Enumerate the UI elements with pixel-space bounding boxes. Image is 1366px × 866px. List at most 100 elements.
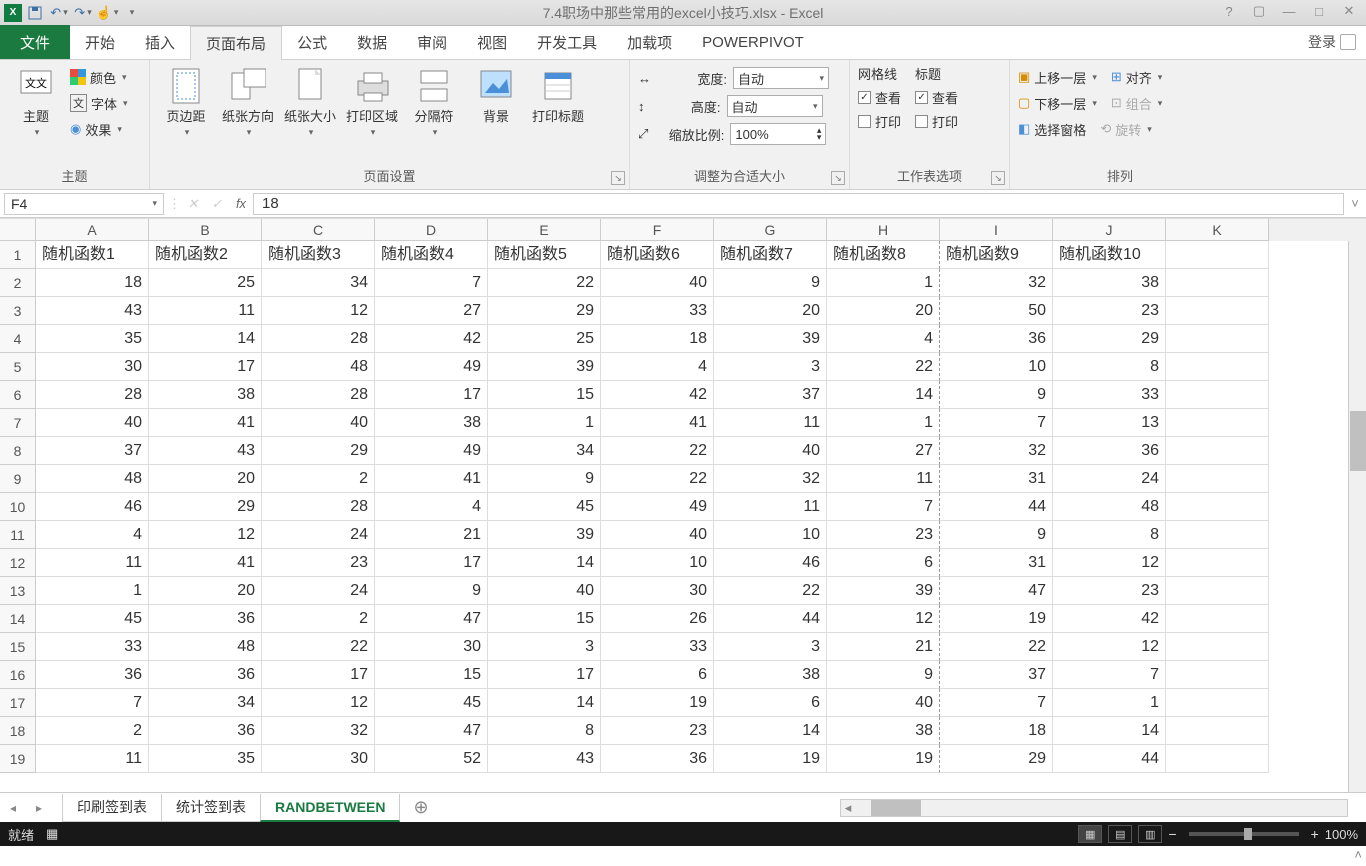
cell[interactable] bbox=[1166, 437, 1269, 465]
cell[interactable]: 43 bbox=[36, 297, 149, 325]
cell[interactable]: 17 bbox=[149, 353, 262, 381]
headings-print-checkbox[interactable]: 打印 bbox=[915, 109, 958, 133]
send-backward-button[interactable]: ▢下移一层▾ bbox=[1018, 90, 1097, 116]
cell[interactable]: 随机函数1 bbox=[36, 241, 149, 269]
scale-pct-input[interactable]: 100%▴▾ bbox=[730, 123, 826, 145]
cell[interactable]: 14 bbox=[714, 717, 827, 745]
cell[interactable]: 24 bbox=[262, 577, 375, 605]
cell[interactable]: 20 bbox=[149, 577, 262, 605]
cell[interactable]: 37 bbox=[36, 437, 149, 465]
breaks-button[interactable]: 分隔符▾ bbox=[406, 64, 462, 138]
fx-icon[interactable]: fx bbox=[229, 193, 253, 215]
horizontal-scrollbar[interactable]: ◂ bbox=[840, 799, 1348, 817]
cell[interactable]: 40 bbox=[714, 437, 827, 465]
cell[interactable] bbox=[1166, 745, 1269, 773]
formula-bar-input[interactable]: 18 bbox=[253, 193, 1344, 215]
cell[interactable]: 30 bbox=[375, 633, 488, 661]
cell[interactable]: 41 bbox=[601, 409, 714, 437]
col-header-B[interactable]: B bbox=[149, 219, 262, 241]
cell[interactable] bbox=[1166, 465, 1269, 493]
cell[interactable]: 7 bbox=[940, 409, 1053, 437]
row-header[interactable]: 7 bbox=[0, 409, 36, 437]
cell[interactable]: 31 bbox=[940, 549, 1053, 577]
cell[interactable]: 47 bbox=[940, 577, 1053, 605]
cell[interactable]: 9 bbox=[488, 465, 601, 493]
cell[interactable]: 23 bbox=[262, 549, 375, 577]
sheet-nav-next-icon[interactable]: ▸ bbox=[26, 801, 52, 815]
cell[interactable]: 20 bbox=[714, 297, 827, 325]
cell[interactable] bbox=[1166, 325, 1269, 353]
cell[interactable]: 48 bbox=[262, 353, 375, 381]
cell[interactable]: 11 bbox=[714, 409, 827, 437]
group-button[interactable]: ⊡组合▾ bbox=[1111, 90, 1162, 116]
background-button[interactable]: 背景 bbox=[468, 64, 524, 125]
row-header[interactable]: 5 bbox=[0, 353, 36, 381]
macro-record-icon[interactable]: ▦ bbox=[46, 826, 58, 842]
cell[interactable] bbox=[1166, 717, 1269, 745]
cell[interactable]: 45 bbox=[36, 605, 149, 633]
cell[interactable]: 25 bbox=[488, 325, 601, 353]
cell[interactable]: 随机函数10 bbox=[1053, 241, 1166, 269]
cell[interactable]: 随机函数5 bbox=[488, 241, 601, 269]
formula-expand-icon[interactable]: ˅ bbox=[1344, 196, 1366, 211]
cell[interactable]: 42 bbox=[1053, 605, 1166, 633]
cell[interactable]: 48 bbox=[1053, 493, 1166, 521]
cell[interactable]: 11 bbox=[827, 465, 940, 493]
view-pagelayout-icon[interactable]: ▤ bbox=[1108, 825, 1132, 843]
qat-touch-icon[interactable]: ☝▾ bbox=[96, 2, 118, 24]
cell[interactable]: 随机函数7 bbox=[714, 241, 827, 269]
accept-formula-icon[interactable]: ✓ bbox=[205, 193, 229, 215]
row-header[interactable]: 10 bbox=[0, 493, 36, 521]
cell[interactable]: 14 bbox=[827, 381, 940, 409]
cell[interactable]: 12 bbox=[1053, 549, 1166, 577]
cell[interactable]: 29 bbox=[1053, 325, 1166, 353]
cell[interactable]: 36 bbox=[149, 717, 262, 745]
cell[interactable]: 21 bbox=[827, 633, 940, 661]
cell[interactable]: 11 bbox=[149, 297, 262, 325]
cell[interactable]: 40 bbox=[488, 577, 601, 605]
row-header[interactable]: 8 bbox=[0, 437, 36, 465]
row-header[interactable]: 4 bbox=[0, 325, 36, 353]
cell[interactable]: 19 bbox=[714, 745, 827, 773]
cell[interactable]: 29 bbox=[488, 297, 601, 325]
cell[interactable]: 14 bbox=[1053, 717, 1166, 745]
cell[interactable]: 38 bbox=[149, 381, 262, 409]
row-header[interactable]: 15 bbox=[0, 633, 36, 661]
cell[interactable]: 20 bbox=[149, 465, 262, 493]
cell[interactable]: 39 bbox=[827, 577, 940, 605]
cell[interactable]: 22 bbox=[601, 465, 714, 493]
cell[interactable]: 36 bbox=[149, 605, 262, 633]
cell[interactable]: 2 bbox=[36, 717, 149, 745]
cell[interactable]: 41 bbox=[149, 409, 262, 437]
cell[interactable]: 19 bbox=[827, 745, 940, 773]
cell[interactable]: 9 bbox=[714, 269, 827, 297]
sheet-nav-prev-icon[interactable]: ◂ bbox=[0, 801, 26, 815]
cell[interactable]: 32 bbox=[940, 437, 1053, 465]
printtitles-button[interactable]: 打印标题 bbox=[530, 64, 586, 125]
cell[interactable]: 35 bbox=[149, 745, 262, 773]
cell[interactable]: 12 bbox=[262, 689, 375, 717]
cell[interactable]: 47 bbox=[375, 605, 488, 633]
align-button[interactable]: ⊞对齐▾ bbox=[1111, 64, 1162, 90]
cell[interactable]: 1 bbox=[488, 409, 601, 437]
cell[interactable]: 10 bbox=[714, 521, 827, 549]
row-header[interactable]: 19 bbox=[0, 745, 36, 773]
cell[interactable]: 36 bbox=[36, 661, 149, 689]
cell[interactable]: 9 bbox=[827, 661, 940, 689]
sheet-tab-3[interactable]: RANDBETWEEN bbox=[260, 794, 400, 822]
cell[interactable]: 1 bbox=[827, 409, 940, 437]
new-sheet-button[interactable]: ⊕ bbox=[399, 794, 442, 822]
cell[interactable]: 12 bbox=[827, 605, 940, 633]
cell[interactable]: 38 bbox=[375, 409, 488, 437]
cell[interactable]: 39 bbox=[488, 353, 601, 381]
row-header[interactable]: 16 bbox=[0, 661, 36, 689]
cell[interactable] bbox=[1166, 605, 1269, 633]
cell[interactable]: 3 bbox=[714, 353, 827, 381]
cell[interactable]: 40 bbox=[601, 521, 714, 549]
cell[interactable]: 24 bbox=[262, 521, 375, 549]
cell[interactable] bbox=[1166, 381, 1269, 409]
col-header-C[interactable]: C bbox=[262, 219, 375, 241]
cell[interactable]: 39 bbox=[714, 325, 827, 353]
tab-data[interactable]: 数据 bbox=[342, 25, 402, 59]
row-header[interactable]: 2 bbox=[0, 269, 36, 297]
